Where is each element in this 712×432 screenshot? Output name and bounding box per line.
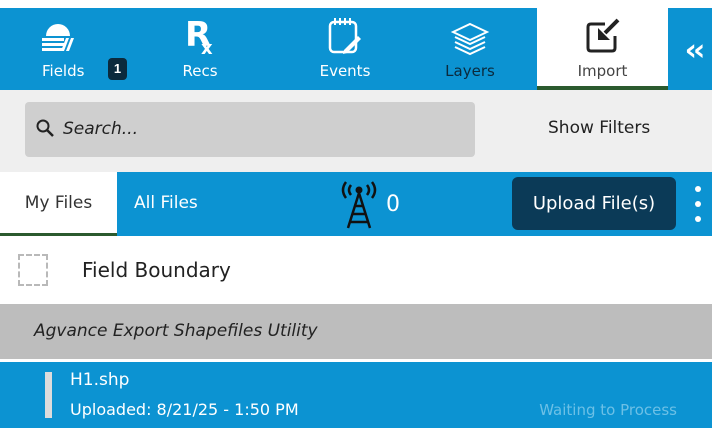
tab-my-files[interactable]: My Files [0, 172, 117, 236]
fields-icon [42, 20, 76, 57]
search-placeholder: Search... [63, 119, 138, 139]
nav-events[interactable]: Events [300, 8, 390, 90]
nav-recs-label: Recs [182, 62, 218, 80]
nav-import-label: Import [577, 62, 628, 80]
layers-icon [450, 22, 490, 61]
search-input[interactable]: Search... [25, 102, 475, 157]
nav-import[interactable]: Import [537, 8, 668, 90]
nav-fields[interactable]: Fields 1 [28, 8, 127, 90]
nav-recs[interactable]: R x Recs [170, 8, 230, 90]
rx-icon: R x [185, 15, 215, 61]
file-uploaded-date: Uploaded: 8/21/25 - 1:50 PM [70, 400, 299, 419]
files-tab-bar: My Files All Files 0 Upload File(s) [0, 172, 712, 236]
events-icon [328, 16, 362, 61]
top-nav: Fields 1 R x Recs Events Layers Import ‹… [0, 8, 712, 90]
search-icon [35, 118, 55, 143]
nav-layers-label: Layers [445, 62, 495, 80]
file-list-item[interactable]: H1.shp Uploaded: 8/21/25 - 1:50 PM Waiti… [0, 362, 712, 428]
show-filters-link[interactable]: Show Filters [548, 118, 650, 138]
file-status: Waiting to Process [539, 401, 677, 419]
search-row: Search... Show Filters [0, 90, 712, 172]
upload-files-button[interactable]: Upload File(s) [512, 177, 676, 230]
import-icon [585, 18, 621, 59]
connection-tower-icon [336, 178, 382, 235]
svg-text:x: x [201, 38, 213, 56]
field-boundary-icon [18, 254, 48, 286]
field-boundary-label: Field Boundary [82, 258, 231, 282]
connection-count: 0 [386, 192, 400, 217]
tab-all-files[interactable]: All Files [134, 172, 198, 236]
nav-events-label: Events [319, 62, 371, 80]
field-boundary-row[interactable]: Field Boundary [0, 236, 712, 304]
fields-count-badge: 1 [108, 58, 127, 80]
group-title: Agvance Export Shapefiles Utility [34, 321, 318, 341]
group-header[interactable]: Agvance Export Shapefiles Utility [0, 304, 712, 359]
file-name: H1.shp [70, 370, 130, 390]
nav-fields-label: Fields [42, 62, 85, 80]
collapse-panel-icon[interactable]: ‹‹ [678, 36, 708, 66]
file-status-bar [45, 372, 52, 418]
more-options-icon[interactable] [688, 184, 708, 224]
nav-layers[interactable]: Layers [425, 8, 515, 90]
